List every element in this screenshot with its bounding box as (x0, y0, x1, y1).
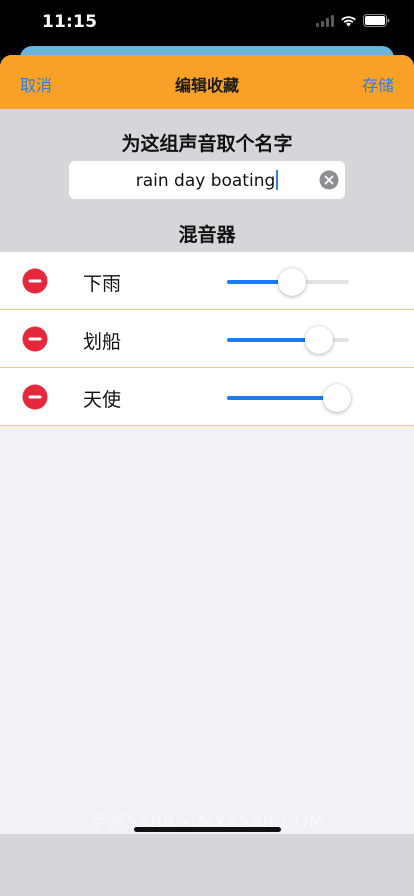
edit-favorite-sheet: 取消 编辑收藏 存储 为这组声音取个名字 rain day boating 混音… (0, 55, 414, 896)
sound-label: 下雨 (83, 273, 122, 295)
app-screen: 11:15 取消 编辑收藏 存储 为这组声音取个名字 rain day boat… (0, 0, 414, 896)
volume-slider-thumb[interactable] (322, 384, 351, 412)
name-input-value: rain day boating (136, 169, 279, 191)
mixer-list: 下雨 划船 天使 (0, 252, 414, 426)
mixer-row: 下雨 (0, 252, 414, 310)
volume-slider[interactable] (227, 326, 349, 354)
name-input[interactable]: rain day boating (69, 161, 345, 199)
remove-sound-icon[interactable] (22, 268, 48, 294)
remove-sound-icon[interactable] (22, 384, 48, 410)
mixer-row: 天使 (0, 368, 414, 426)
remove-sound-icon[interactable] (22, 326, 48, 352)
home-indicator[interactable] (134, 827, 281, 832)
battery-icon (363, 14, 390, 27)
save-button[interactable]: 存储 (362, 72, 394, 96)
text-cursor (276, 169, 279, 190)
status-icons (316, 14, 390, 27)
signal-icon (316, 14, 334, 27)
volume-slider[interactable] (227, 268, 349, 296)
mixer-row: 划船 (0, 310, 414, 368)
volume-slider[interactable] (227, 384, 351, 412)
mixer-title: 混音器 (178, 224, 236, 246)
volume-slider-fill (227, 396, 337, 400)
clear-icon[interactable] (319, 170, 339, 190)
name-prompt: 为这组声音取个名字 (121, 133, 293, 155)
navigation-bar: 取消 编辑收藏 存储 (0, 55, 414, 109)
bottom-bar (0, 834, 414, 896)
sound-label: 天使 (83, 389, 122, 411)
wifi-icon (340, 15, 357, 27)
status-bar: 11:15 (0, 0, 414, 44)
sound-label: 划船 (83, 331, 122, 353)
volume-slider-thumb[interactable] (304, 326, 333, 354)
volume-slider-thumb[interactable] (277, 268, 306, 296)
page-title: 编辑收藏 (174, 76, 239, 95)
status-time: 11:15 (42, 12, 98, 32)
